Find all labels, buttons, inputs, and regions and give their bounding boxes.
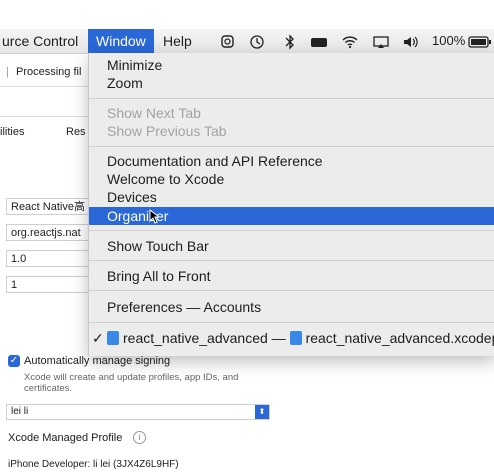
- auto-signing-checkbox[interactable]: ✓: [8, 355, 20, 367]
- processing-status: Processing fil: [16, 66, 82, 78]
- team-value: lei li: [11, 406, 29, 417]
- menu-item-preferences-accounts[interactable]: Preferences — Accounts: [89, 298, 494, 316]
- menu-separator: [89, 146, 494, 147]
- team-select[interactable]: lei li ⬍: [6, 404, 270, 420]
- chevron-updown-icon: ⬍: [255, 405, 269, 419]
- time-machine-icon[interactable]: [249, 29, 265, 53]
- menu-separator: [89, 230, 494, 231]
- menu-window[interactable]: Window: [88, 29, 154, 53]
- menu-item-zoom[interactable]: Zoom: [89, 74, 494, 92]
- project-file: react_native_advanced.xcodep: [305, 330, 494, 346]
- menu-separator: [89, 322, 494, 323]
- menu-source-control[interactable]: urce Control: [0, 29, 86, 53]
- menu-bar: urce Control Window Help 100%: [0, 29, 494, 54]
- menu-item-documentation[interactable]: Documentation and API Reference: [89, 152, 494, 170]
- menu-item-show-touch-bar[interactable]: Show Touch Bar: [89, 237, 494, 255]
- xcode-project-icon: [107, 331, 119, 345]
- dash: —: [271, 330, 286, 346]
- tab-resource-tags[interactable]: Res: [66, 126, 86, 138]
- keyboard-icon[interactable]: [310, 29, 328, 53]
- window-menu: Minimize Zoom Show Next Tab Show Previou…: [88, 53, 494, 356]
- menu-item-project-window[interactable]: ✓ react_native_advanced — react_native_a…: [89, 329, 494, 347]
- build-field[interactable]: 1: [6, 276, 94, 293]
- breadcrumb-separator: |: [6, 66, 9, 78]
- menu-separator: [89, 260, 494, 261]
- info-icon[interactable]: i: [133, 431, 146, 444]
- bluetooth-icon[interactable]: [284, 29, 296, 53]
- xcode-project-icon: [289, 331, 302, 345]
- divider: [0, 86, 88, 87]
- volume-icon[interactable]: [402, 29, 420, 53]
- version-field[interactable]: 1.0: [6, 250, 94, 267]
- project-name: react_native_advanced: [123, 330, 268, 346]
- divider: [0, 116, 88, 117]
- wifi-icon[interactable]: [341, 29, 359, 53]
- menu-item-organizer[interactable]: Organizer: [89, 207, 494, 225]
- auto-signing-label: Automatically manage signing: [24, 355, 171, 367]
- menu-item-welcome[interactable]: Welcome to Xcode: [89, 170, 494, 188]
- auto-signing-description: Xcode will create and update profiles, a…: [24, 372, 239, 394]
- display-name-field[interactable]: React Native高: [6, 198, 94, 215]
- menu-separator: [89, 98, 494, 99]
- battery-percentage[interactable]: 100%: [432, 29, 465, 53]
- menu-item-minimize[interactable]: Minimize: [89, 56, 494, 74]
- airplay-icon[interactable]: [372, 29, 390, 53]
- mouse-cursor-icon: [149, 209, 159, 224]
- tab-capabilities[interactable]: ilities: [0, 126, 24, 138]
- menu-separator: [89, 290, 494, 291]
- bundle-identifier-field[interactable]: org.reactjs.nat: [6, 224, 94, 241]
- menu-item-bring-all-to-front[interactable]: Bring All to Front: [89, 267, 494, 285]
- battery-icon[interactable]: [468, 29, 492, 53]
- provisioning-profile: Xcode Managed Profile: [8, 432, 123, 444]
- signing-certificate: iPhone Developer: li lei (3JX4Z6L9HF): [8, 459, 179, 470]
- checkmark-icon: ✓: [92, 330, 104, 346]
- menu-item-show-previous-tab: Show Previous Tab: [107, 123, 227, 139]
- menu-item-show-next-tab: Show Next Tab: [107, 105, 201, 121]
- menu-help[interactable]: Help: [155, 29, 200, 53]
- screen-capture-icon[interactable]: [220, 29, 236, 53]
- menu-item-devices[interactable]: Devices: [89, 188, 494, 206]
- menu-item-organizer-label: Organizer: [107, 208, 169, 224]
